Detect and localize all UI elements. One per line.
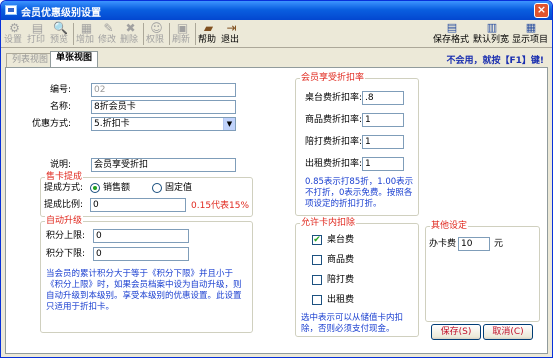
- discount-field-goods[interactable]: 1: [362, 113, 404, 127]
- card-fee-label: 办卡费: [429, 239, 457, 249]
- help-hint: 不会用，就按【F1】键!: [446, 56, 544, 66]
- lower-label: 积分下限:: [46, 249, 86, 259]
- checkbox-goods-fee[interactable]: [312, 255, 322, 265]
- code-field[interactable]: 02: [91, 83, 236, 97]
- discount-label-partner: 陪打费折扣率:: [305, 137, 363, 147]
- window-title: 会员优惠级别设置: [21, 8, 101, 19]
- discount-note: 0.85表示打85折，1.00表示不打折，0表示免费。按照各项设定的折扣打折。: [305, 177, 414, 209]
- name-label: 名称:: [50, 102, 72, 112]
- save-format-button[interactable]: ▤ 保存格式: [433, 21, 471, 47]
- checkbox-table-fee[interactable]: ✔: [312, 235, 322, 245]
- ratio-field[interactable]: 0: [90, 198, 186, 212]
- method-select[interactable]: 5.折扣卡 ▼: [91, 117, 236, 131]
- method-value: 5.折扣卡: [94, 119, 130, 129]
- radio-fixed[interactable]: [152, 183, 162, 193]
- printer-icon: ▤: [31, 21, 44, 35]
- title-bar: 会员优惠级别设置 ×: [1, 1, 552, 20]
- discount-title: 会员享受折扣率: [300, 73, 366, 83]
- user-icon: ☺: [150, 21, 163, 35]
- delete-button[interactable]: ✖ 删除: [120, 21, 141, 47]
- discount-field-rental[interactable]: 1: [362, 157, 404, 171]
- card-fee-field[interactable]: 10: [458, 237, 490, 251]
- upgrade-group: 自动升级 积分上限: 0 积分下限: 0 当会员的累计积分大于等于《积分下限》并…: [40, 216, 253, 333]
- app-icon: [5, 5, 17, 15]
- other-title: 其他设定: [430, 221, 469, 231]
- radio-sales[interactable]: [90, 183, 100, 193]
- discount-group: 会员享受折扣率 桌台费折扣率: .8 商品费折扣率: 1 陪打费折扣率: 1 出…: [295, 73, 419, 216]
- checkbox-partner-fee-label: 陪打费: [327, 275, 355, 285]
- checkbox-rental-fee[interactable]: [312, 295, 322, 305]
- chevron-down-icon[interactable]: ▼: [223, 118, 235, 130]
- add-button[interactable]: ▦ 增加: [76, 21, 97, 47]
- commission-method-label: 提成方式:: [44, 183, 84, 193]
- discount-label-rental: 出租费折扣率:: [305, 159, 363, 169]
- ratio-hint: 0.15代表15%: [191, 201, 250, 211]
- refresh-button[interactable]: ▣ 刷新: [172, 21, 193, 47]
- discount-label-goods: 商品费折扣率:: [305, 115, 363, 125]
- save-format-icon: ▤: [446, 21, 458, 34]
- card-fee-unit: 元: [494, 239, 504, 249]
- help-book-icon: ▰: [203, 21, 214, 35]
- preview-icon: 🔍: [53, 21, 68, 35]
- settings-button[interactable]: ⚙ 设置: [4, 21, 25, 47]
- discount-label-table: 桌台费折扣率:: [305, 93, 363, 103]
- commission-group: 售卡提成 提成方式: 销售额 固定值 提成比例: 0 0.15代表15%: [40, 172, 253, 217]
- cancel-button[interactable]: 取消(C): [483, 324, 533, 340]
- ratio-label: 提成比例:: [44, 200, 84, 210]
- save-button[interactable]: 保存(S): [431, 324, 481, 340]
- checkbox-goods-fee-label: 商品费: [327, 255, 355, 265]
- toolbar-divider: [195, 23, 196, 45]
- upgrade-note: 当会员的累计积分大于等于《积分下限》并且小于《积分上限》时，如果会员档案中设为自…: [46, 269, 242, 312]
- tab-list-view[interactable]: 列表视图: [6, 53, 55, 67]
- tab-single-view[interactable]: 单张视图: [50, 51, 99, 67]
- checkbox-table-fee-label: 桌台费: [327, 235, 355, 245]
- delete-icon: ✖: [125, 21, 136, 35]
- checkbox-rental-fee-label: 出租费: [327, 295, 355, 305]
- toolbar-divider: [143, 23, 144, 45]
- toolbar-divider: [73, 23, 74, 45]
- add-icon: ▦: [80, 21, 93, 35]
- exit-icon: ⇥: [226, 21, 237, 35]
- desc-field[interactable]: 会员享受折扣: [91, 158, 236, 172]
- method-label: 优惠方式:: [32, 119, 72, 129]
- radio-sales-label: 销售额: [103, 183, 131, 193]
- tab-strip: 列表视图 单张视图 不会用，就按【F1】键!: [1, 49, 552, 67]
- lower-field[interactable]: 0: [93, 247, 189, 261]
- display-items-button[interactable]: ▦ 显示项目: [512, 21, 550, 47]
- print-button[interactable]: ▤ 打印: [27, 21, 48, 47]
- column-width-icon: ▥: [486, 21, 498, 34]
- name-field[interactable]: 8折会员卡: [91, 100, 236, 114]
- close-button[interactable]: ×: [534, 3, 549, 18]
- help-button[interactable]: ▰ 帮助: [198, 21, 219, 47]
- upper-field[interactable]: 0: [93, 229, 189, 243]
- refresh-icon: ▣: [176, 21, 189, 35]
- form-panel: 编号: 02 名称: 8折会员卡 优惠方式: 5.折扣卡 ▼ 说明: 会员享受折扣…: [5, 67, 548, 354]
- upper-label: 积分上限:: [46, 231, 86, 241]
- radio-fixed-label: 固定值: [165, 183, 193, 193]
- default-column-width-button[interactable]: ▥ 默认列宽: [473, 21, 511, 47]
- edit-button[interactable]: ✎ 修改: [98, 21, 119, 47]
- checkbox-partner-fee[interactable]: [312, 275, 322, 285]
- permission-button[interactable]: ☺ 权限: [146, 21, 167, 47]
- exit-button[interactable]: ⇥ 退出: [221, 21, 242, 47]
- deduct-title: 允许卡内扣除: [300, 218, 357, 228]
- deduct-group: 允许卡内扣除 ✔ 桌台费 商品费 陪打费 出租费 选中表示可以从储值卡内扣除，否…: [295, 218, 419, 337]
- discount-field-partner[interactable]: 1: [362, 135, 404, 149]
- edit-icon: ✎: [103, 21, 114, 35]
- desc-label: 说明:: [50, 160, 72, 170]
- code-label: 编号:: [50, 85, 72, 95]
- display-items-icon: ▦: [525, 21, 537, 34]
- upgrade-title: 自动升级: [45, 216, 84, 226]
- discount-field-table[interactable]: .8: [362, 91, 404, 105]
- toolbar-divider: [169, 23, 170, 45]
- window: 会员优惠级别设置 × ⚙ 设置 ▤ 打印 🔍 预览 ▦ 增加 ✎ 修改 ✖ 删除 ☺ 权限 ▣…: [0, 0, 553, 358]
- toolbar: ⚙ 设置 ▤ 打印 🔍 预览 ▦ 增加 ✎ 修改 ✖ 删除 ☺ 权限 ▣ 刷新 ▰ 帮助 ⇥ 退出 …: [1, 20, 552, 48]
- commission-title: 售卡提成: [45, 172, 84, 182]
- deduct-note: 选中表示可以从储值卡内扣除，否则必须支付现金。: [301, 313, 404, 334]
- gear-icon: ⚙: [9, 21, 20, 35]
- other-group: 其他设定 办卡费 10 元: [425, 221, 540, 322]
- preview-button[interactable]: 🔍 预览: [50, 21, 71, 47]
